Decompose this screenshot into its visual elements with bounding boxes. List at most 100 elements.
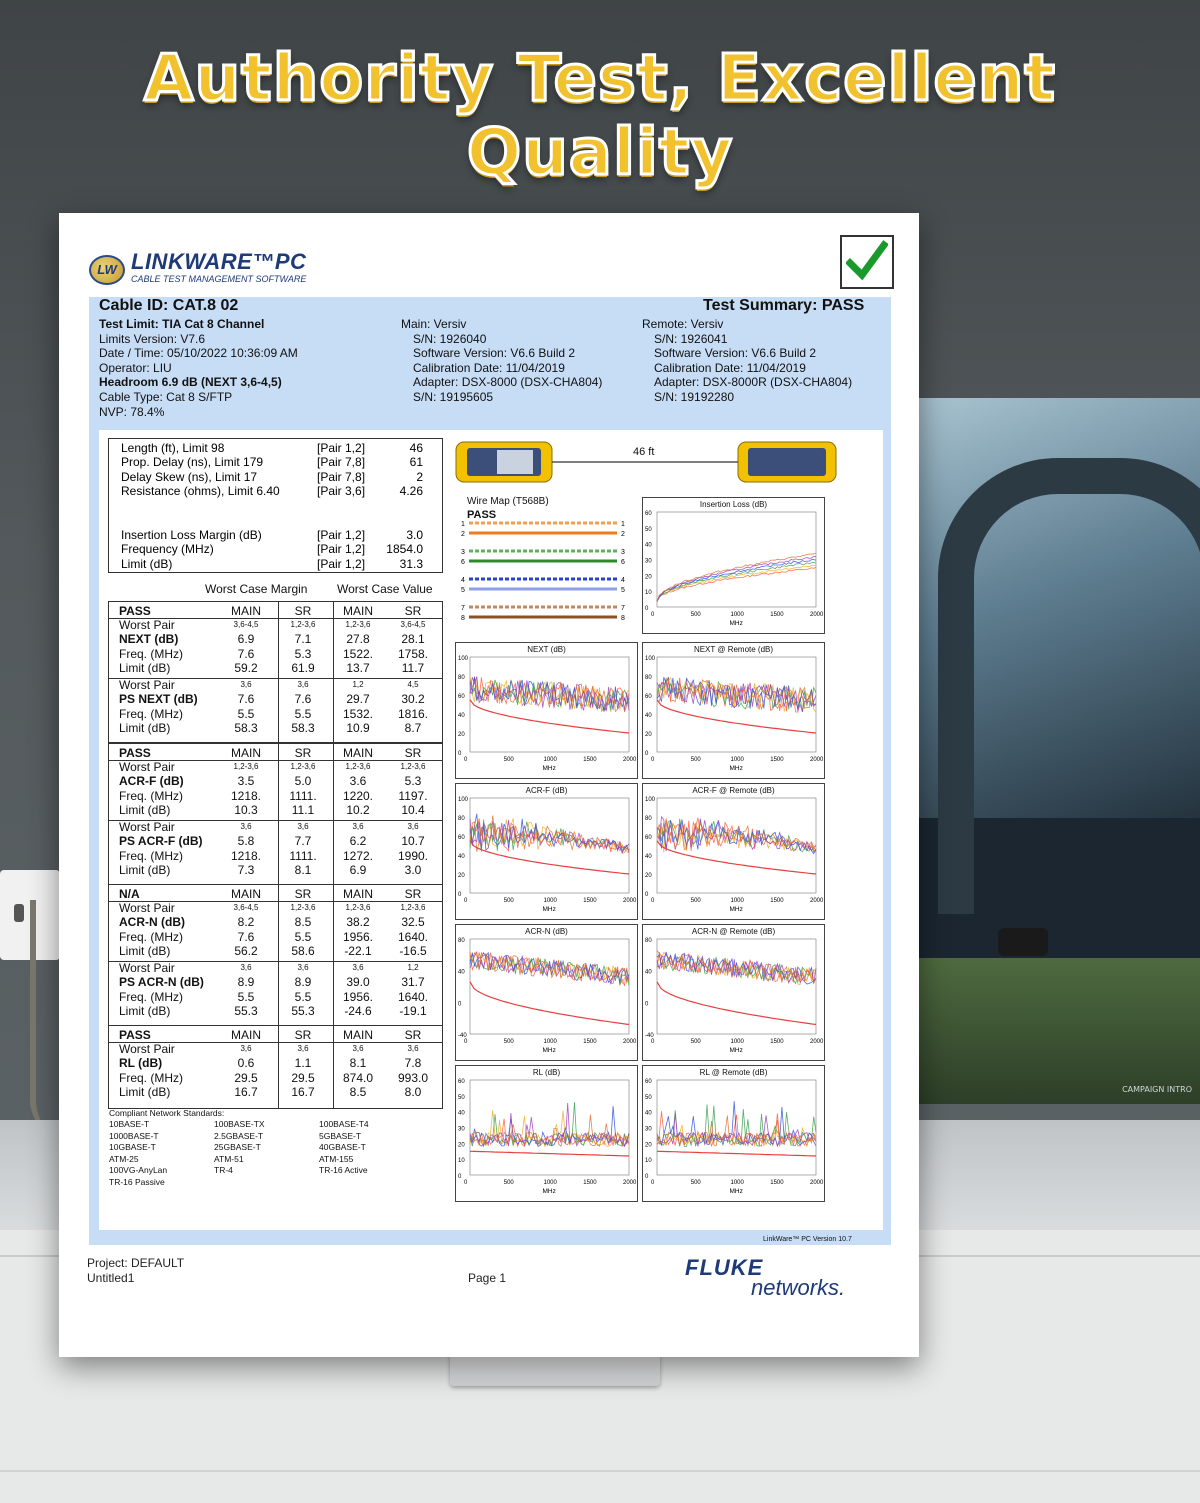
x-tick-label: 2000 — [810, 1039, 824, 1045]
y-tick-label: 20 — [645, 732, 652, 738]
chart-limit-line — [469, 1150, 630, 1157]
y-tick-label: 100 — [645, 656, 656, 662]
wire-pin-label: 8 — [621, 615, 625, 622]
chart-plot: 80400-400 500 1000 1500 2000MHz — [645, 938, 824, 1054]
header-line: S/N: 19192280 — [654, 389, 735, 404]
summary-label: Limit (dB) — [121, 557, 173, 571]
worst-pair-value: 1,2 — [352, 680, 364, 689]
row-label: PS ACR-F (dB) — [119, 834, 203, 848]
measured-value: 6.2 — [349, 834, 367, 848]
header-line: NVP: 78.4% — [99, 404, 165, 419]
limit-value: -24.6 — [344, 1004, 372, 1018]
measured-value: 10.7 — [401, 834, 425, 848]
wire-pin-label: 5 — [621, 587, 625, 594]
project-name: Project: DEFAULT — [87, 1256, 185, 1270]
x-tick-label: 500 — [504, 1180, 515, 1186]
worst-pair-value: 1,2-3,6 — [290, 762, 316, 771]
networks-wordmark: networks. — [751, 1275, 846, 1300]
measured-value: 38.2 — [346, 915, 370, 929]
summary-value: 2 — [416, 470, 423, 484]
limit-value: 16.7 — [234, 1085, 258, 1099]
x-tick-label: 1000 — [731, 1180, 745, 1186]
standard-item: 10BASE-T — [109, 1119, 150, 1129]
results-group: PASS MAIN SR MAIN SR Worst Pair ACR-F (dB) Freq… — [108, 743, 443, 885]
wire-pin-label: 1 — [621, 521, 625, 528]
frequency-value: 1816. — [397, 707, 429, 721]
measured-value: 6.9 — [237, 632, 255, 646]
y-tick-label: 0 — [645, 751, 649, 757]
limit-value: 8.5 — [349, 1085, 367, 1099]
page-number: Page 1 — [468, 1271, 507, 1285]
column-header: SR — [294, 887, 312, 901]
y-tick-label: 0 — [645, 1174, 649, 1180]
header-left-info: Test Limit: TIA Cat 8 Channel Limits Vers… — [99, 317, 298, 419]
summary-label: Prop. Delay (ns), Limit 179 — [121, 455, 264, 469]
wire-pin-label: 2 — [461, 531, 465, 538]
worst-pair-value: 1,2-3,6 — [400, 903, 426, 912]
chart-panel: NEXT @ Remote (dB) 100 80 60 40 20 0 0 500 1000 15… — [642, 642, 825, 779]
x-tick-label: 500 — [691, 757, 702, 763]
limit-value: 16.7 — [291, 1085, 315, 1099]
y-tick-label: 0 — [458, 751, 462, 757]
x-tick-label: 1500 — [770, 1180, 784, 1186]
x-tick-label: 2000 — [810, 757, 824, 763]
rule — [333, 885, 334, 1025]
column-header: MAIN — [343, 746, 373, 760]
standard-item: TR-16 Active — [319, 1165, 368, 1175]
worst-pair-value: 3,6 — [352, 1044, 364, 1053]
limit-value: 3.0 — [404, 863, 422, 877]
measured-value: 8.9 — [237, 975, 255, 989]
measured-value: 8.9 — [294, 975, 312, 989]
row-label: ACR-N (dB) — [119, 915, 185, 929]
summary-label: Length (ft), Limit 98 — [121, 441, 225, 455]
row-label: Worst Pair — [119, 961, 175, 975]
x-tick-label: 0 — [464, 757, 468, 763]
row-label: Freq. (MHz) — [119, 849, 183, 863]
chart-panel: NEXT (dB) 100 80 60 40 20 0 0 500 1000 1500 2000 MHz — [455, 642, 638, 779]
worst-pair-value: 1,2-3,6 — [345, 620, 371, 629]
x-tick-label: 500 — [691, 1180, 702, 1186]
frequency-value: 1990. — [397, 849, 429, 863]
header-line: Main: Versiv — [401, 317, 467, 331]
y-tick-label: 40 — [645, 713, 652, 719]
y-tick-label: 40 — [458, 970, 465, 976]
measured-value: 28.1 — [401, 632, 425, 646]
measured-value: 0.6 — [237, 1056, 255, 1070]
row-label: Worst Pair — [119, 1042, 175, 1056]
measured-value: 8.5 — [294, 915, 312, 929]
summary-pair: [Pair 1,2] — [317, 557, 366, 571]
header-line: Adapter: DSX-8000R (DSX-CHA804) — [654, 375, 853, 390]
x-tick-label: 0 — [464, 1180, 468, 1186]
y-tick-label: 20 — [458, 732, 465, 738]
row-label: Limit (dB) — [119, 863, 171, 877]
y-tick-label: 40 — [458, 1111, 465, 1117]
worst-pair-value: 3,6 — [297, 822, 309, 831]
frequency-value: 5.5 — [294, 990, 312, 1004]
chart-limit-line — [469, 981, 630, 1026]
x-axis-label: MHz — [730, 620, 743, 627]
row-label: Worst Pair — [119, 820, 175, 834]
wire-map-lines: 1 1 2 2 3 3 6 6 4 4 5 5 7 7 8 8 — [461, 521, 625, 622]
x-tick-label: 0 — [651, 612, 655, 618]
column-header: SR — [294, 1028, 312, 1042]
header-line: S/N: 1926040 — [413, 331, 487, 346]
x-axis-label: MHz — [730, 765, 743, 772]
worst-case-margin-label: Worst Case Margin — [205, 582, 308, 596]
worst-pair-value: 3,6 — [240, 680, 252, 689]
y-tick-label: 40 — [458, 854, 465, 860]
linkware-badge: LW — [89, 255, 125, 285]
fluke-networks-logo: FLUKE networks. — [685, 1255, 845, 1301]
measured-value: 8.2 — [237, 915, 255, 929]
y-tick-label: 80 — [645, 816, 652, 822]
length-label: 46 ft — [633, 446, 655, 458]
worst-pair-value: 1,2-3,6 — [345, 762, 371, 771]
frequency-value: 1956. — [342, 990, 374, 1004]
frequency-value: 1272. — [342, 849, 374, 863]
x-axis-label: MHz — [543, 765, 556, 772]
worst-pair-value: 3,6 — [240, 963, 252, 972]
y-tick-label: 50 — [458, 1095, 465, 1101]
frequency-value: 1197. — [398, 789, 428, 803]
row-label: Freq. (MHz) — [119, 707, 183, 721]
measured-value: 7.7 — [294, 834, 312, 848]
x-tick-label: 0 — [464, 898, 468, 904]
